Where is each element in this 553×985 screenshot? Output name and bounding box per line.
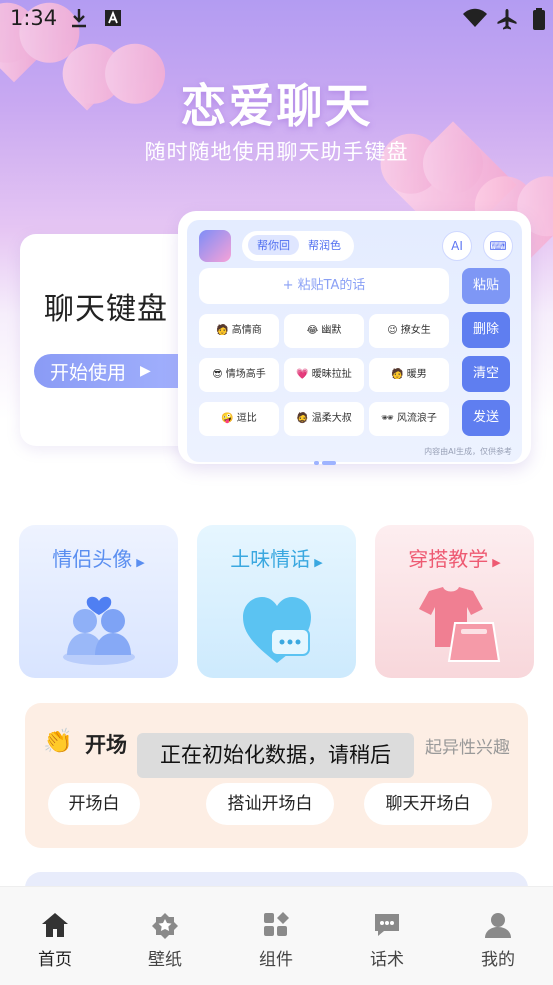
clear-button[interactable]: 清空 — [462, 356, 510, 392]
paste-button[interactable]: 粘贴 — [462, 268, 510, 304]
feature-label: 穿搭教学 — [408, 547, 489, 571]
style-chip-label: 幽默 — [321, 325, 342, 336]
hero-subtitle: 随时随地使用聊天助手键盘 — [144, 140, 409, 164]
feature-outfit-tutorial[interactable]: 穿搭教学 ▶ — [375, 525, 534, 678]
style-chip[interactable]: 🤪 逗比 — [199, 402, 279, 436]
style-chip-icon: 🕶 — [381, 413, 394, 424]
start-using-label: 开始使用 — [50, 361, 127, 384]
reply-mode-tabs[interactable]: 帮你回 帮润色 — [242, 231, 354, 261]
style-chip[interactable]: 🧑 高情商 — [199, 314, 279, 348]
delete-button[interactable]: 删除 — [462, 312, 510, 348]
style-chip[interactable]: 😉 撩女生 — [369, 314, 449, 348]
style-chip[interactable]: 🕶 风流浪子 — [369, 402, 449, 436]
style-chip-icon: 😉 — [387, 325, 398, 336]
battery-icon — [532, 8, 546, 35]
style-chip[interactable]: 🧑 暖男 — [369, 358, 449, 392]
tab-help-reply[interactable]: 帮你回 — [248, 235, 299, 255]
style-chip-icon: 💗 — [296, 369, 309, 380]
tab-label: 话术 — [370, 950, 404, 970]
arrow-right-icon: ▶ — [314, 556, 323, 569]
couple-avatar-icon — [63, 596, 135, 665]
airplane-mode-icon — [496, 8, 518, 35]
style-chip[interactable]: 😂 幽默 — [284, 314, 364, 348]
tab-label: 壁纸 — [148, 950, 182, 970]
style-chip-label: 高情商 — [231, 325, 262, 336]
style-chip-label: 撩女生 — [400, 325, 431, 336]
person-icon — [485, 913, 511, 938]
grid-icon — [264, 912, 289, 936]
tab-polish[interactable]: 帮润色 — [308, 237, 341, 253]
app-logo-icon — [199, 230, 231, 262]
keyboard-preview: 帮你回 帮润色 AI ⌨ + 粘贴TA的话 粘贴 删除 清空 发送 🧑 高情商 😂… — [178, 211, 531, 465]
arrow-right-icon: ▶ — [136, 556, 145, 569]
chat-opener-pill[interactable]: 聊天开场白 — [364, 783, 492, 825]
font-a-icon — [104, 8, 122, 33]
style-chip[interactable]: 🧔 温柔大叔 — [284, 402, 364, 436]
style-chip-label: 温柔大叔 — [311, 413, 352, 424]
opening-line-pill[interactable]: 开场白 — [48, 783, 140, 825]
home-icon — [42, 913, 68, 937]
send-button[interactable]: 发送 — [462, 400, 510, 436]
tab-label: 首页 — [38, 950, 72, 970]
style-chip-icon: 😎 — [212, 369, 223, 380]
pickup-line-pill[interactable]: 搭讪开场白 — [206, 783, 334, 825]
tab-label: 我的 — [481, 950, 515, 970]
feature-love-quotes[interactable]: 土味情话 ▶ — [197, 525, 356, 678]
style-chip-label: 风流浪子 — [396, 413, 437, 424]
loading-toast: 正在初始化数据，请稍后 — [137, 733, 414, 778]
paste-input[interactable]: + 粘贴TA的话 — [199, 268, 449, 304]
bottom-tab-bar: 首页 壁纸 组件 话术 我的 — [0, 886, 553, 985]
star-badge-icon — [152, 913, 178, 939]
status-bar: 1:34 — [0, 0, 553, 38]
chat-keyboard-title: 聊天键盘 — [44, 292, 168, 327]
style-chip-label: 暧昧拉扯 — [311, 369, 352, 380]
opening-title: 开场 — [85, 733, 127, 757]
heart-chat-icon — [243, 597, 311, 663]
ai-icon[interactable]: AI — [442, 231, 472, 261]
style-chip-label: 暖男 — [406, 369, 427, 380]
feature-label: 情侣头像 — [52, 547, 133, 571]
clothes-icon — [419, 587, 501, 662]
tab-home[interactable]: 首页 — [0, 887, 110, 985]
page-indicator — [314, 450, 339, 469]
tab-profile[interactable]: 我的 — [443, 887, 553, 985]
tab-wallpaper[interactable]: 壁纸 — [110, 887, 220, 985]
style-chip[interactable]: 💗 暧昧拉扯 — [284, 358, 364, 392]
tab-scripts[interactable]: 话术 — [332, 887, 442, 985]
ai-disclaimer: 内容由AI生成，仅供参考 — [424, 447, 512, 456]
style-chip-icon: 🧑 — [216, 325, 229, 336]
feature-couple-avatar[interactable]: 情侣头像 ▶ — [19, 525, 178, 678]
keyboard-switch-icon[interactable]: ⌨ — [483, 231, 513, 261]
hero-title: 恋爱聊天 — [180, 79, 373, 133]
tab-widgets[interactable]: 组件 — [221, 887, 331, 985]
style-chip-icon: 🧔 — [296, 413, 309, 424]
download-icon — [70, 8, 88, 33]
play-arrow-icon: ▶ — [140, 363, 151, 379]
style-chip[interactable]: 😎 情场高手 — [199, 358, 279, 392]
style-chip-label: 逗比 — [236, 413, 257, 424]
style-chip-icon: 🤪 — [221, 413, 234, 424]
tab-label: 组件 — [259, 950, 293, 970]
arrow-right-icon: ▶ — [492, 556, 501, 569]
style-chip-icon: 😂 — [306, 325, 319, 336]
style-chip-icon: 🧑 — [391, 369, 404, 380]
opening-subtitle: 起异性兴趣 — [425, 738, 510, 758]
status-time: 1:34 — [10, 6, 58, 30]
feature-label: 土味情话 — [230, 547, 311, 571]
clapping-hands-icon: 👏 — [43, 727, 73, 755]
style-chip-label: 情场高手 — [225, 369, 266, 380]
chat-icon — [375, 914, 399, 936]
wifi-icon — [462, 8, 488, 33]
